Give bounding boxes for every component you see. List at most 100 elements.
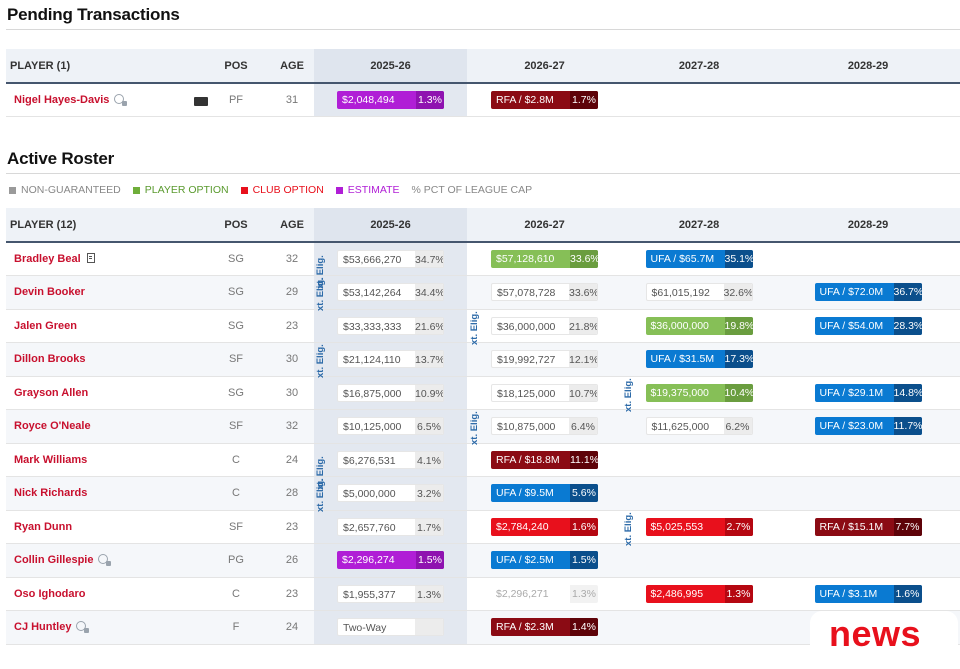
player-name-link[interactable]: Jalen Green [14,320,77,332]
cap-pct: 21.8% [569,317,597,334]
pos-cell: SF [202,342,270,377]
contract-pill[interactable]: RFA / $2.8M 1.7% [491,91,598,109]
contract-amount: $33,333,333 [343,320,402,333]
pending-header-2028[interactable]: 2028-29 [776,49,960,84]
contract-pill[interactable]: $11,625,000 6.2% [645,417,753,436]
contract-pill[interactable]: $2,486,995 1.3% [645,584,753,603]
contract-amount: $2,048,494 [342,94,395,106]
player-comparison-icon[interactable] [76,621,90,634]
roster-header-age[interactable]: AGE [270,208,314,243]
contract-pill[interactable]: $10,875,000 6.4% [491,417,598,436]
roster-header-pos[interactable]: POS [202,208,270,243]
cap-pct: 34.4% [415,284,443,301]
contract-pill[interactable]: Two-Way [337,618,444,637]
contract-pill[interactable]: $36,000,000 19.8% [645,316,753,335]
contract-pill[interactable]: RFA / $18.8M 11.1% [491,450,598,469]
contract-pill[interactable]: $19,375,000 10.4% [645,383,753,402]
contract-pill[interactable]: UFA / $54.0M 28.3% [814,316,922,335]
pending-header-age[interactable]: AGE [270,49,314,84]
contract-pill[interactable]: $2,048,494 1.3% [337,91,444,109]
table-row: Nick Richards C 28 $5,000,000 3.2% UFA / $9.5… [6,476,960,511]
contract-pill[interactable]: $57,078,728 33.6% [491,283,598,302]
contract-pill[interactable]: $33,333,333 21.6% [337,316,444,335]
contract-pill[interactable]: $2,296,274 1.5% [337,551,444,570]
contract-pill[interactable]: $2,657,760 1.7% [337,517,444,536]
ext-elig-label: xt. Elig. [315,344,326,378]
cap-pct: 13.7% [415,351,443,368]
contract-pill[interactable]: $16,875,000 10.9% [337,383,444,402]
cap-pct: 11.7% [893,417,922,436]
season-2026-cell: $18,125,000 10.7% [467,376,622,410]
player-name-link[interactable]: Nigel Hayes-Davis [14,94,109,106]
player-name-link[interactable]: Dillon Brooks [14,353,86,365]
contract-pill[interactable]: $2,296,271 1.3% [491,584,598,603]
player-cell: Nick Richards [6,476,202,511]
season-2027-cell [622,476,776,511]
player-name-link[interactable]: Bradley Beal [14,253,81,265]
season-2027-cell [622,543,776,578]
pos-cell: F [202,610,270,645]
player-name-link[interactable]: Ryan Dunn [14,521,72,533]
player-comparison-icon[interactable] [98,554,112,567]
contract-pill[interactable]: RFA / $2.3M 1.4% [491,618,598,637]
player-name-link[interactable]: Nick Richards [14,487,87,499]
contract-pill[interactable]: $57,128,610 33.6% [491,250,598,268]
contract-pill[interactable]: UFA / $23.0M 11.7% [814,417,922,436]
pending-header-player[interactable]: PLAYER (1) [6,49,202,84]
player-name-link[interactable]: Collin Gillespie [14,554,93,566]
contract-pill[interactable]: RFA / $15.1M 7.7% [814,517,922,536]
legend: NON-GUARANTEED PLAYER OPTION CLUB OPTION… [9,184,532,196]
document-icon[interactable] [86,253,95,263]
player-comparison-icon[interactable] [114,94,128,106]
contract-pill[interactable]: $36,000,000 21.8% [491,316,598,335]
legend-swatch-green [132,186,140,194]
contract-amount: UFA / $54.0M [819,319,884,332]
contract-pill[interactable]: UFA / $65.7M 35.1% [645,250,753,268]
contract-pill[interactable]: UFA / $2.5M 1.5% [491,551,598,570]
contract-amount: Two-Way [343,622,387,635]
contract-pill[interactable]: $1,955,377 1.3% [337,584,444,603]
contract-amount: UFA / $72.0M [819,286,884,299]
player-name-link[interactable]: Royce O'Neale [14,420,91,432]
contract-pill[interactable]: $21,124,110 13.7% [337,350,444,369]
contract-pill[interactable]: $6,276,531 4.1% [337,450,444,469]
contract-pill[interactable]: $18,125,000 10.7% [491,383,598,402]
pending-header-2027[interactable]: 2027-28 [622,49,776,84]
contract-pill[interactable]: $61,015,192 32.6% [645,283,753,302]
contract-pill[interactable]: $5,025,553 2.7% [645,517,753,536]
contract-pill[interactable]: UFA / $29.1M 14.8% [814,383,922,402]
contract-pill[interactable]: UFA / $3.1M 1.6% [814,584,922,603]
contract-pill[interactable]: UFA / $31.5M 17.3% [645,350,753,369]
pending-header-pos[interactable]: POS [202,49,270,84]
table-row: Collin Gillespie PG 26 $2,296,274 1.5% UFA / … [6,543,960,578]
player-name-link[interactable]: Oso Ighodaro [14,588,86,600]
table-row: Ryan Dunn SF 23 $2,657,760 1.7% $2,784,240 1.6… [6,510,960,544]
contract-pill[interactable]: $5,000,000 3.2% [337,484,444,503]
legend-non-guaranteed: NON-GUARANTEED [9,184,121,196]
roster-header-2027[interactable]: 2027-28 [622,208,776,243]
roster-header-player[interactable]: PLAYER (12) [6,208,202,243]
pending-header-2026[interactable]: 2026-27 [467,49,622,84]
roster-header-2026[interactable]: 2026-27 [467,208,622,243]
contract-pill[interactable]: $10,125,000 6.5% [337,417,444,436]
player-name-link[interactable]: Mark Williams [14,454,87,466]
player-name-link[interactable]: Grayson Allen [14,387,88,399]
season-2025-cell: $1,955,377 1.3% [314,577,467,611]
roster-header-2028[interactable]: 2028-29 [776,208,960,243]
contract-pill[interactable]: $2,784,240 1.6% [491,517,598,536]
contract-amount: $10,125,000 [343,421,402,434]
pending-header-2025[interactable]: 2025-26 [314,49,467,84]
contract-pill[interactable]: $53,142,264 34.4% [337,283,444,302]
contract-pill[interactable]: UFA / $9.5M 5.6% [491,484,598,503]
cap-pct: 6.4% [569,418,597,435]
player-name-link[interactable]: CJ Huntley [14,621,71,633]
pos-cell: SG [202,376,270,410]
ext-elig-label: xt. Elig. [623,512,634,546]
contract-pill[interactable]: $19,992,727 12.1% [491,350,598,369]
contract-pill[interactable]: UFA / $72.0M 36.7% [814,283,922,302]
roster-header-2025[interactable]: 2025-26 [314,208,467,243]
contract-pill[interactable]: $53,666,270 34.7% [337,250,444,268]
player-name-link[interactable]: Devin Booker [14,286,85,298]
legend-club-option: CLUB OPTION [240,184,324,196]
pos-cell: SF [202,510,270,544]
